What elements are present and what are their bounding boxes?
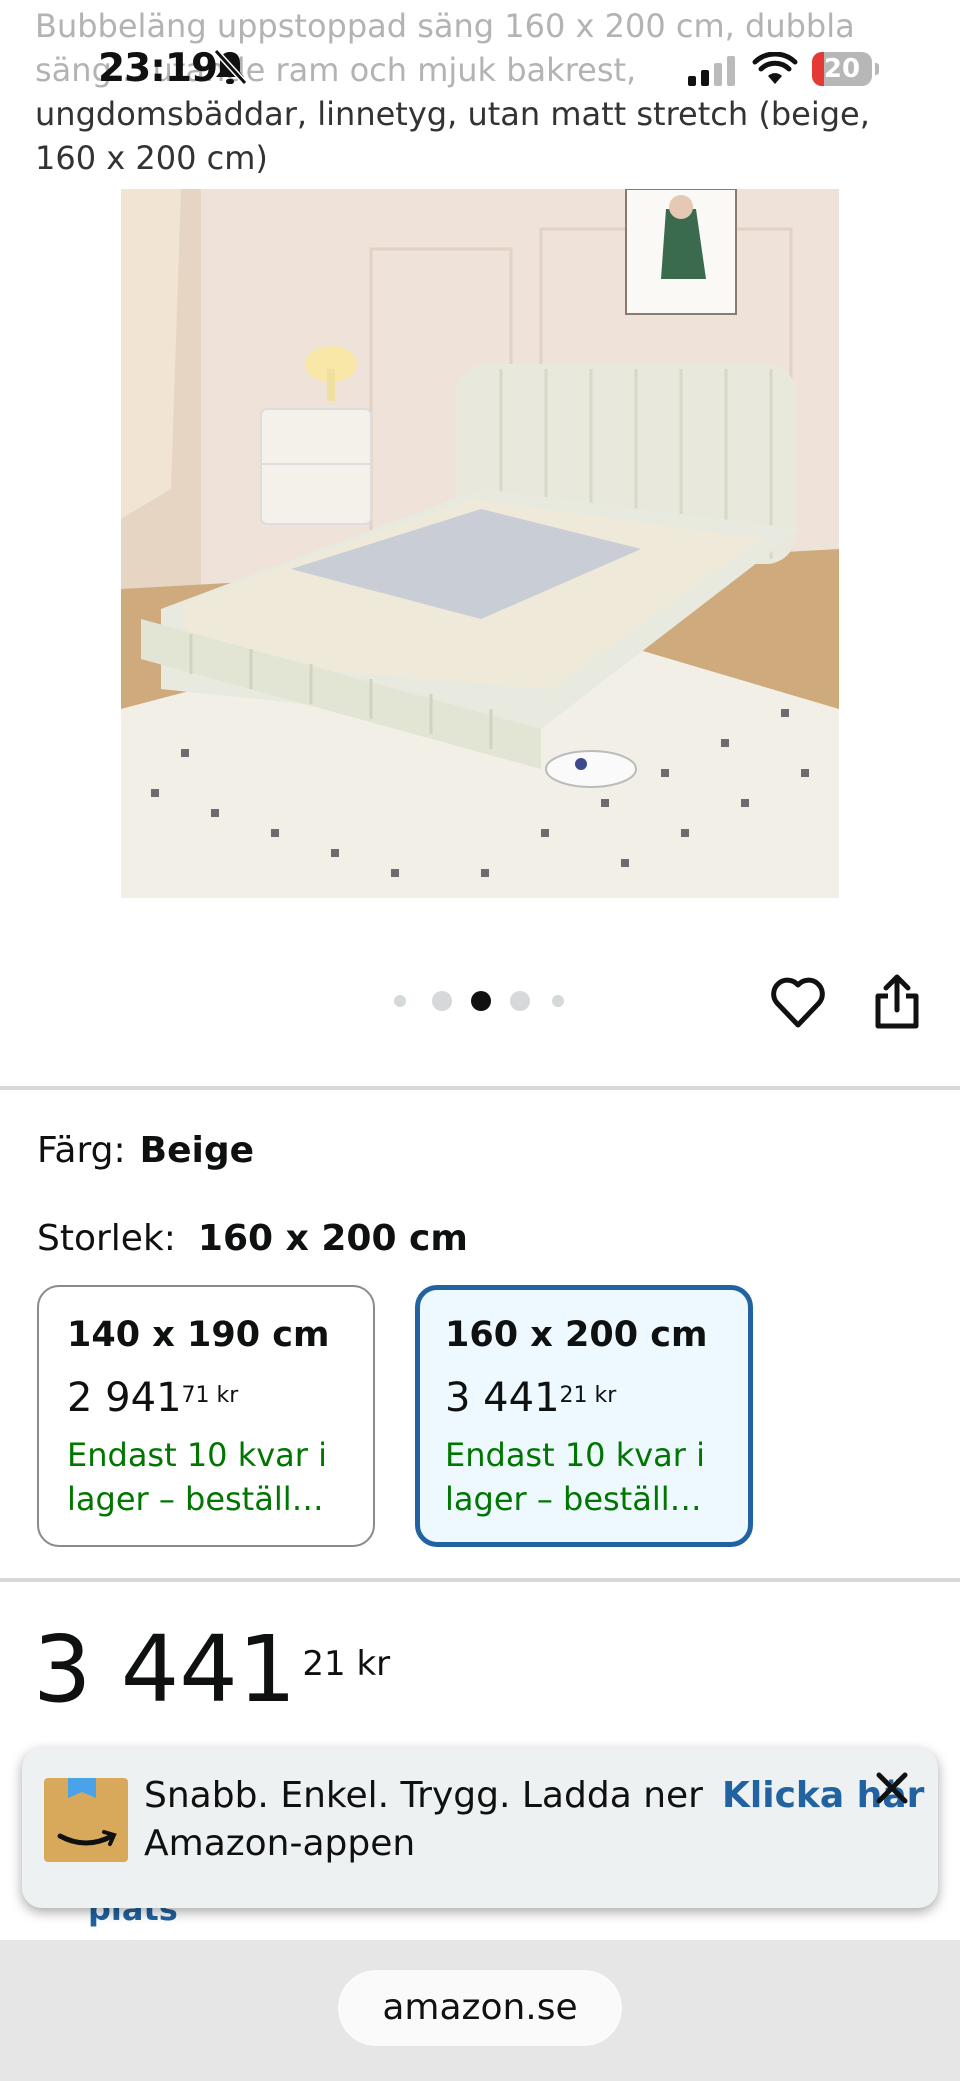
- price-fraction: 71: [181, 1383, 210, 1408]
- price-fraction: 21: [559, 1383, 588, 1408]
- size-selector: Storlek: 160 x 200 cm: [37, 1218, 468, 1259]
- size-option-price: 3 44121 kr: [445, 1375, 748, 1421]
- product-price: 3 441 21 kr: [33, 1620, 390, 1720]
- battery-icon: 20: [812, 52, 872, 86]
- gallery-dot[interactable]: [552, 995, 564, 1007]
- close-icon[interactable]: [874, 1770, 910, 1806]
- amazon-app-icon: [44, 1778, 128, 1862]
- app-banner-text: Snabb. Enkel. Trygg. Ladda ner Amazon-ap…: [144, 1775, 703, 1864]
- size-option-name: 140 x 190 cm: [67, 1315, 330, 1355]
- price-currency: kr: [216, 1383, 239, 1408]
- gallery-dot-active[interactable]: [471, 991, 491, 1011]
- size-label: Storlek:: [37, 1218, 176, 1259]
- heart-icon[interactable]: [770, 975, 826, 1029]
- stock-status: Endast 10 kvar i lager – beställ…: [67, 1436, 327, 1518]
- size-option-price: 2 94171 kr: [67, 1375, 373, 1421]
- wifi-icon: [752, 52, 798, 84]
- price-currency: kr: [594, 1383, 617, 1408]
- url-bar[interactable]: amazon.se: [338, 1970, 622, 2046]
- section-divider: [0, 1578, 960, 1582]
- gallery-dot[interactable]: [394, 995, 406, 1007]
- price-whole: 3 441: [445, 1375, 560, 1421]
- gallery-dot[interactable]: [432, 991, 452, 1011]
- battery-tip: [875, 63, 879, 75]
- price-whole: 2 941: [67, 1375, 182, 1421]
- product-title-main: ungdomsbäddar, linnetyg, utan matt stret…: [35, 95, 870, 177]
- size-value: 160 x 200 cm: [197, 1218, 468, 1259]
- product-image[interactable]: [121, 189, 839, 898]
- bell-muted-icon: [213, 48, 248, 86]
- section-divider: [0, 1086, 960, 1090]
- status-time: 23:19: [98, 46, 218, 91]
- size-option-140x190[interactable]: 140 x 190 cm 2 94171 kr Endast 10 kvar i…: [37, 1285, 375, 1547]
- color-selector: Färg: Beige: [37, 1130, 254, 1171]
- color-value: Beige: [139, 1130, 255, 1171]
- price-currency: kr: [356, 1644, 391, 1684]
- app-download-banner: Snabb. Enkel. Trygg. Ladda ner Amazon-ap…: [22, 1748, 938, 1908]
- size-option-name: 160 x 200 cm: [445, 1315, 708, 1355]
- gallery-dot[interactable]: [510, 991, 530, 1011]
- size-option-160x200[interactable]: 160 x 200 cm 3 44121 kr Endast 10 kvar i…: [415, 1285, 753, 1547]
- battery-level: 20: [823, 54, 861, 84]
- gallery-pagination[interactable]: [390, 988, 570, 1014]
- cellular-signal-icon: [688, 56, 735, 86]
- share-icon[interactable]: [872, 972, 922, 1030]
- price-fraction: 21: [302, 1644, 346, 1684]
- color-label: Färg:: [37, 1130, 126, 1171]
- stock-status: Endast 10 kvar i lager – beställ…: [445, 1436, 705, 1518]
- price-whole: 3 441: [33, 1616, 297, 1723]
- browser-bottom-bar: amazon.se: [0, 1940, 960, 2081]
- product-title: Bubbeläng uppstoppad säng 160 x 200 cm, …: [35, 4, 915, 180]
